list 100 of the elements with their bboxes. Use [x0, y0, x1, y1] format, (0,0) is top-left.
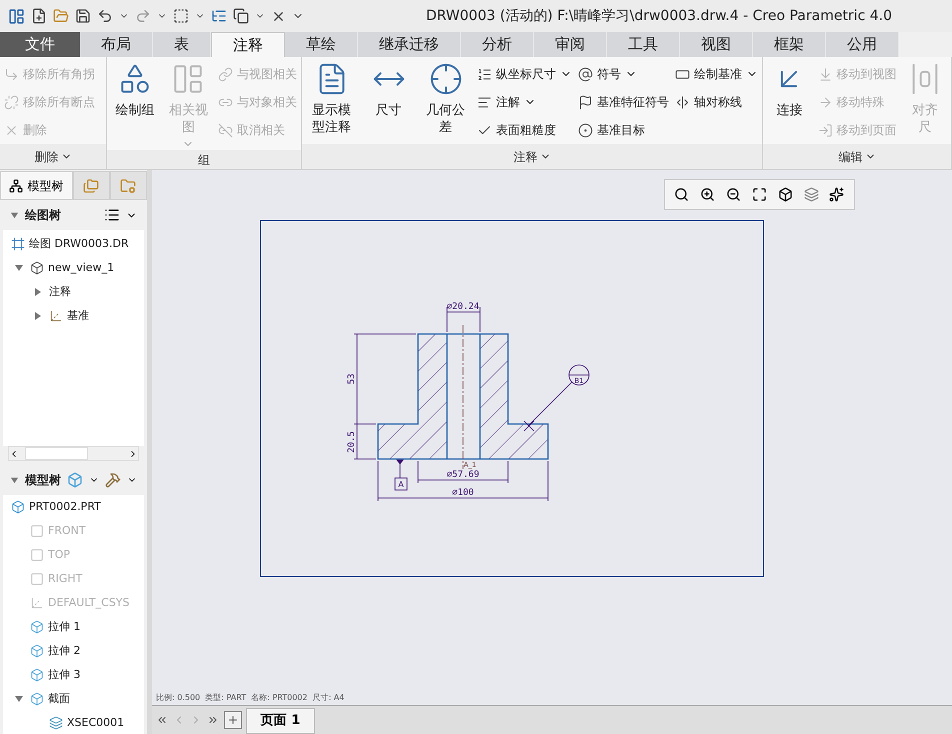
dimension-text: 20.5	[347, 431, 357, 453]
cube-icon	[11, 500, 25, 514]
tree-item[interactable]: 拉伸 2	[48, 642, 80, 660]
ribbon-button[interactable]: 基准特征符号	[578, 90, 669, 114]
hammer-icon[interactable]	[105, 472, 121, 488]
plane-icon	[30, 572, 44, 586]
status-text: 比例: 0.500 类型: PART 名称: PRT0002 尺寸: A4	[155, 692, 346, 704]
window-title: DRW0003 (活动的) F:\晴峰学习\drw0003.drw.4 - Creo Parametric 4.0	[426, 6, 892, 26]
ribbon-button[interactable]: 连接	[767, 60, 812, 119]
ribbon-button[interactable]: 纵坐标尺寸	[477, 62, 572, 86]
expand-toggle[interactable]	[33, 287, 43, 297]
list-tree-icon[interactable]	[211, 8, 227, 24]
expand-toggle[interactable]	[14, 263, 24, 273]
sparkle-icon[interactable]	[829, 187, 844, 202]
target-icon	[578, 122, 593, 138]
menu-tab[interactable]: 表	[153, 32, 211, 57]
app-icon[interactable]	[8, 8, 25, 24]
menu-tab[interactable]: 注释	[211, 32, 285, 57]
panel-title: 模型树	[25, 472, 61, 489]
link-icon	[218, 66, 233, 82]
group-label[interactable]: 编辑	[838, 148, 876, 166]
search-icon[interactable]	[674, 187, 690, 202]
tree-item[interactable]: 基准	[67, 308, 89, 324]
save-icon[interactable]	[75, 8, 91, 24]
box-icon	[30, 261, 44, 275]
windows-icon[interactable]	[233, 8, 249, 24]
at-sign-icon	[578, 66, 593, 82]
numbered-list-icon	[477, 66, 492, 82]
datum-label: A	[398, 480, 404, 489]
expanded-triangle-icon	[10, 210, 19, 220]
axis-icon	[30, 596, 44, 610]
zoom-in-icon[interactable]	[700, 187, 716, 202]
panel-tab[interactable]: 模型树	[0, 171, 73, 199]
plane-icon	[30, 548, 44, 562]
axis-icon	[49, 309, 63, 323]
menu-tab[interactable]: 布局	[80, 32, 153, 57]
ribbon-button[interactable]: 注解	[477, 90, 572, 114]
first-page-icon[interactable]	[156, 714, 168, 726]
cube-icon	[30, 620, 44, 634]
ribbon-button[interactable]: 轴对称线	[675, 90, 758, 114]
cube-icon[interactable]	[778, 187, 793, 202]
dimension-text: ⌀57.69	[446, 470, 480, 480]
ribbon-button[interactable]: 几何公差	[420, 60, 471, 136]
expand-toggle[interactable]	[33, 311, 43, 321]
menu-tab[interactable]: 视图	[680, 32, 753, 57]
group-label[interactable]: 组	[198, 150, 210, 168]
corner-arrow-icon	[4, 66, 19, 82]
menu-tab[interactable]: 公用	[826, 32, 899, 57]
group-label[interactable]: 注释	[514, 148, 550, 166]
undo-icon[interactable]	[97, 8, 113, 24]
collapsed-triangle-icon	[33, 311, 43, 321]
arrow-right-icon	[818, 94, 832, 110]
ribbon-button[interactable]: 尺寸	[363, 60, 414, 119]
collapsed-triangle-icon	[33, 287, 43, 297]
expanded-triangle-icon	[14, 694, 24, 704]
menu-tab[interactable]: 分析	[461, 32, 534, 57]
expanded-triangle-icon	[14, 263, 24, 273]
add-page-button[interactable]	[224, 711, 242, 729]
page-tab[interactable]: 页面 1	[246, 708, 315, 734]
expand-toggle[interactable]	[14, 694, 24, 704]
fit-icon[interactable]	[752, 187, 767, 202]
cube-icon	[30, 668, 44, 682]
tree-item[interactable]: PRT0002.PRT	[29, 498, 101, 516]
folder-icon[interactable]	[53, 8, 69, 24]
menu-tab[interactable]: 继承迁移	[358, 32, 461, 57]
folders-icon	[83, 178, 100, 194]
tree-item[interactable]: XSEC0001	[67, 714, 124, 732]
arrow-into-box-icon	[818, 122, 832, 138]
menu-tab[interactable]: 工具	[607, 32, 680, 57]
dimension-text: 53	[347, 374, 357, 384]
selection-box-icon[interactable]	[173, 8, 189, 24]
vertical-divider-icon	[675, 94, 690, 110]
ribbon-button[interactable]: 符号	[578, 62, 669, 86]
list-icon[interactable]	[104, 207, 120, 223]
ribbon-button[interactable]: 基准目标	[578, 118, 669, 142]
menu-tab[interactable]: 文件	[0, 32, 80, 57]
broken-link-icon	[218, 122, 233, 138]
tree-item[interactable]: 拉伸 1	[48, 618, 80, 636]
horizontal-scrollbar[interactable]	[8, 446, 139, 461]
tree-item[interactable]: new_view_1	[48, 260, 114, 276]
tree-item[interactable]: 注释	[49, 284, 71, 300]
menu-tab[interactable]: 框架	[753, 32, 826, 57]
cube-icon	[30, 644, 44, 658]
new-file-icon[interactable]	[31, 8, 47, 24]
layers-icon[interactable]	[804, 187, 819, 202]
tree-item[interactable]: 绘图 DRW0003.DR	[29, 236, 129, 252]
ribbon-button[interactable]: 显示模型注释	[306, 60, 357, 136]
zoom-out-icon[interactable]	[726, 187, 742, 202]
ribbon-button[interactable]: 绘制组	[111, 60, 158, 119]
menu-tab[interactable]: 审阅	[534, 32, 607, 57]
crosshair-icon	[428, 62, 462, 96]
tree-item[interactable]: 拉伸 3	[48, 666, 80, 684]
ribbon-button[interactable]: 绘制基准	[675, 62, 758, 86]
panel-title: 绘图树	[25, 207, 61, 224]
ribbon-button[interactable]: 表面粗糙度	[477, 118, 572, 142]
layers-icon	[49, 716, 63, 730]
menu-tab[interactable]: 草绘	[285, 32, 358, 57]
tree-item[interactable]: 截面	[48, 690, 70, 708]
last-page-icon[interactable]	[207, 714, 219, 726]
frame-icon	[11, 237, 25, 251]
